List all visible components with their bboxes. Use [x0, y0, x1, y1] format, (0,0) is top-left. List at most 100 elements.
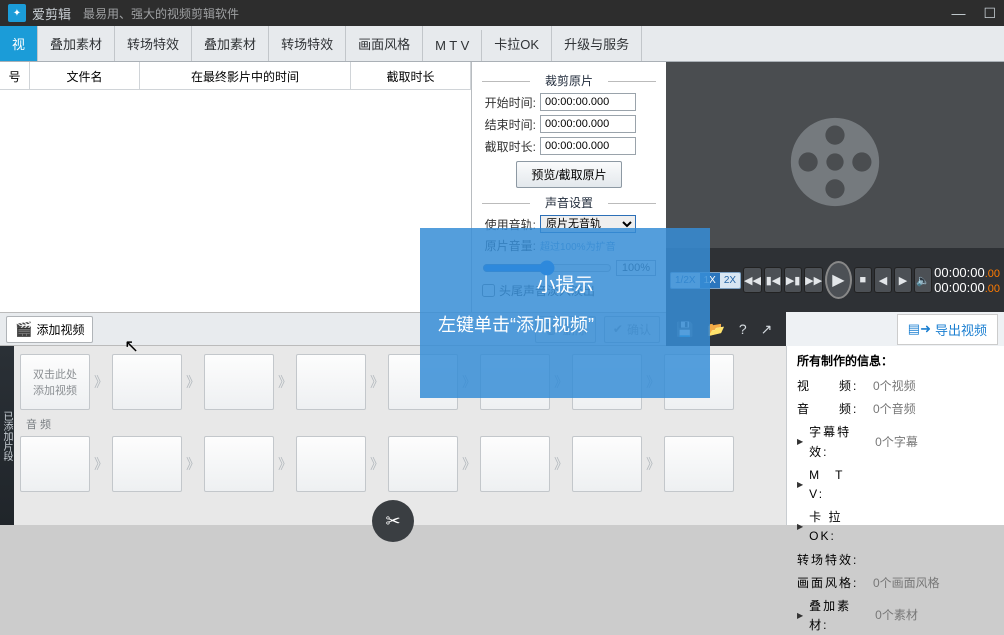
- speed-1x[interactable]: 1X: [700, 273, 720, 288]
- tab-overlay-2[interactable]: 叠加素材: [192, 26, 269, 61]
- info-val: 0个视频: [873, 377, 916, 396]
- prev-frame-button[interactable]: ◀◀: [743, 267, 762, 293]
- tab-style[interactable]: 画面风格: [346, 26, 423, 61]
- minimize-icon[interactable]: —: [951, 5, 965, 22]
- clip-slot[interactable]: [112, 354, 182, 410]
- action-row: 🎬添加视频 🗑删除 ✔确认: [0, 312, 666, 346]
- info-key: M T V:: [809, 466, 869, 504]
- start-time-input[interactable]: [540, 93, 636, 111]
- chevron-right-icon: 》: [278, 372, 292, 392]
- film-add-icon: 🎬: [15, 321, 32, 338]
- main-tabs: 视 叠加素材 转场特效 叠加素材 转场特效 画面风格 M T V 卡拉OK 升级…: [0, 26, 1004, 62]
- audio-section-title: 声音设置: [482, 194, 656, 211]
- info-title: 所有制作的信息：: [797, 352, 994, 369]
- mark-in-button[interactable]: ▮◀: [764, 267, 782, 293]
- audio-slot[interactable]: [112, 436, 182, 492]
- preview-toolbar: 💾 📂 ? ↗: [666, 312, 786, 346]
- fade-label: 头尾声音淡入淡出: [499, 282, 595, 299]
- triangle-icon[interactable]: ▶: [797, 479, 803, 492]
- tab-video[interactable]: 视: [0, 26, 38, 61]
- speed-2x[interactable]: 2X: [720, 273, 740, 288]
- audio-slot[interactable]: [480, 436, 550, 492]
- clip-slot[interactable]: [204, 354, 274, 410]
- clip-settings-panel: 裁剪原片 开始时间: 结束时间: 截取时长: 预览/截取原片 声音设置 使用音轨…: [472, 62, 666, 312]
- chevron-right-icon: 》: [554, 454, 568, 474]
- col-filename: 文件名: [30, 62, 140, 89]
- app-name: 爱剪辑: [32, 4, 71, 23]
- file-list-panel: 号 文件名 在最终影片中的时间 截取时长: [0, 62, 472, 312]
- step-back-button[interactable]: ◀: [874, 267, 892, 293]
- delete-button[interactable]: 🗑删除: [535, 316, 596, 343]
- clip-len-input[interactable]: [540, 137, 636, 155]
- next-frame-button[interactable]: ▶▶: [804, 267, 823, 293]
- audio-slot[interactable]: [388, 436, 458, 492]
- tab-upgrade[interactable]: 升级与服务: [552, 26, 642, 61]
- triangle-icon[interactable]: ▶: [797, 436, 803, 449]
- chevron-right-icon: 》: [278, 454, 292, 474]
- audio-slot[interactable]: [204, 436, 274, 492]
- clip-slot[interactable]: [296, 354, 366, 410]
- confirm-button[interactable]: ✔确认: [604, 316, 660, 343]
- timeline-main: 双击此处 添加视频 》 》 》 》 》 》 》 音 频 》 》 》 》 》 》 …: [14, 346, 786, 525]
- add-video-button[interactable]: 🎬添加视频: [6, 316, 93, 343]
- table-body[interactable]: [0, 90, 471, 282]
- audio-track: 》 》 》 》 》 》 》: [20, 436, 780, 492]
- triangle-icon[interactable]: ▶: [797, 610, 803, 623]
- tab-overlay-1[interactable]: 叠加素材: [38, 26, 115, 61]
- triangle-icon[interactable]: ▶: [797, 521, 803, 534]
- col-clip-len: 截取时长: [351, 62, 471, 89]
- speed-half[interactable]: 1/2X: [671, 273, 700, 288]
- clip-slot[interactable]: [480, 354, 550, 410]
- end-time-input[interactable]: [540, 115, 636, 133]
- transport-bar: 1/2X 1X 2X ◀◀ ▮◀ ▶▮ ▶▶ ▶ ■ ◀ ▶ 🔈 00:00:0…: [666, 248, 1004, 312]
- preview-clip-button[interactable]: 预览/截取原片: [516, 161, 621, 188]
- info-val: 0个音频: [873, 400, 916, 419]
- play-button[interactable]: ▶: [825, 261, 852, 299]
- info-key: 视 频:: [797, 377, 867, 396]
- mute-button[interactable]: 🔈: [914, 267, 932, 293]
- timeline-tab-label[interactable]: 已添加片段: [0, 346, 14, 525]
- tab-karaoke[interactable]: 卡拉OK: [482, 26, 552, 61]
- open-icon[interactable]: 📂: [707, 321, 724, 338]
- export-button[interactable]: ▤➜导出视频: [897, 314, 998, 345]
- app-slogan: 最易用、强大的视频剪辑软件: [83, 5, 239, 22]
- share-icon[interactable]: ↗: [761, 321, 773, 338]
- volume-slider[interactable]: [482, 260, 612, 276]
- stop-button[interactable]: ■: [854, 267, 872, 293]
- titlebar: ✦ 爱剪辑 最易用、强大的视频剪辑软件 — ☐: [0, 0, 1004, 26]
- chevron-right-icon: 》: [186, 454, 200, 474]
- audio-slot[interactable]: [664, 436, 734, 492]
- speed-group: 1/2X 1X 2X: [670, 272, 741, 289]
- clip-slot[interactable]: [664, 354, 734, 410]
- volume-label: 原片音量:: [482, 237, 536, 254]
- chevron-right-icon: 》: [646, 372, 660, 392]
- info-key: 卡 拉 OK:: [809, 508, 869, 546]
- fade-checkbox[interactable]: [482, 284, 495, 297]
- audio-track-select[interactable]: 原片无音轨: [540, 215, 636, 233]
- video-track: 双击此处 添加视频 》 》 》 》 》 》 》: [20, 354, 780, 410]
- export-icon: ▤➜: [908, 321, 931, 337]
- help-icon[interactable]: ?: [739, 321, 747, 337]
- maximize-icon[interactable]: ☐: [983, 5, 996, 22]
- chevron-right-icon: 》: [462, 454, 476, 474]
- clip-slot[interactable]: [572, 354, 642, 410]
- table-header: 号 文件名 在最终影片中的时间 截取时长: [0, 62, 471, 90]
- step-fwd-button[interactable]: ▶: [894, 267, 912, 293]
- start-time-label: 开始时间:: [482, 94, 536, 111]
- scissors-fab-button[interactable]: ✂: [372, 500, 414, 542]
- check-icon: ✔: [613, 322, 623, 336]
- clip-slot[interactable]: [388, 354, 458, 410]
- info-val: 0个字幕: [875, 433, 918, 452]
- save-icon[interactable]: 💾: [676, 321, 693, 338]
- audio-slot[interactable]: [20, 436, 90, 492]
- audio-slot[interactable]: [572, 436, 642, 492]
- clip-slot-add[interactable]: 双击此处 添加视频: [20, 354, 90, 410]
- mark-out-button[interactable]: ▶▮: [784, 267, 802, 293]
- tab-transition-1[interactable]: 转场特效: [115, 26, 192, 61]
- chevron-right-icon: 》: [186, 372, 200, 392]
- scissors-icon: ✂: [385, 511, 400, 532]
- audio-slot[interactable]: [296, 436, 366, 492]
- tab-mtv[interactable]: M T V: [423, 30, 482, 61]
- tab-transition-2[interactable]: 转场特效: [269, 26, 346, 61]
- info-key: 音 频:: [797, 400, 867, 419]
